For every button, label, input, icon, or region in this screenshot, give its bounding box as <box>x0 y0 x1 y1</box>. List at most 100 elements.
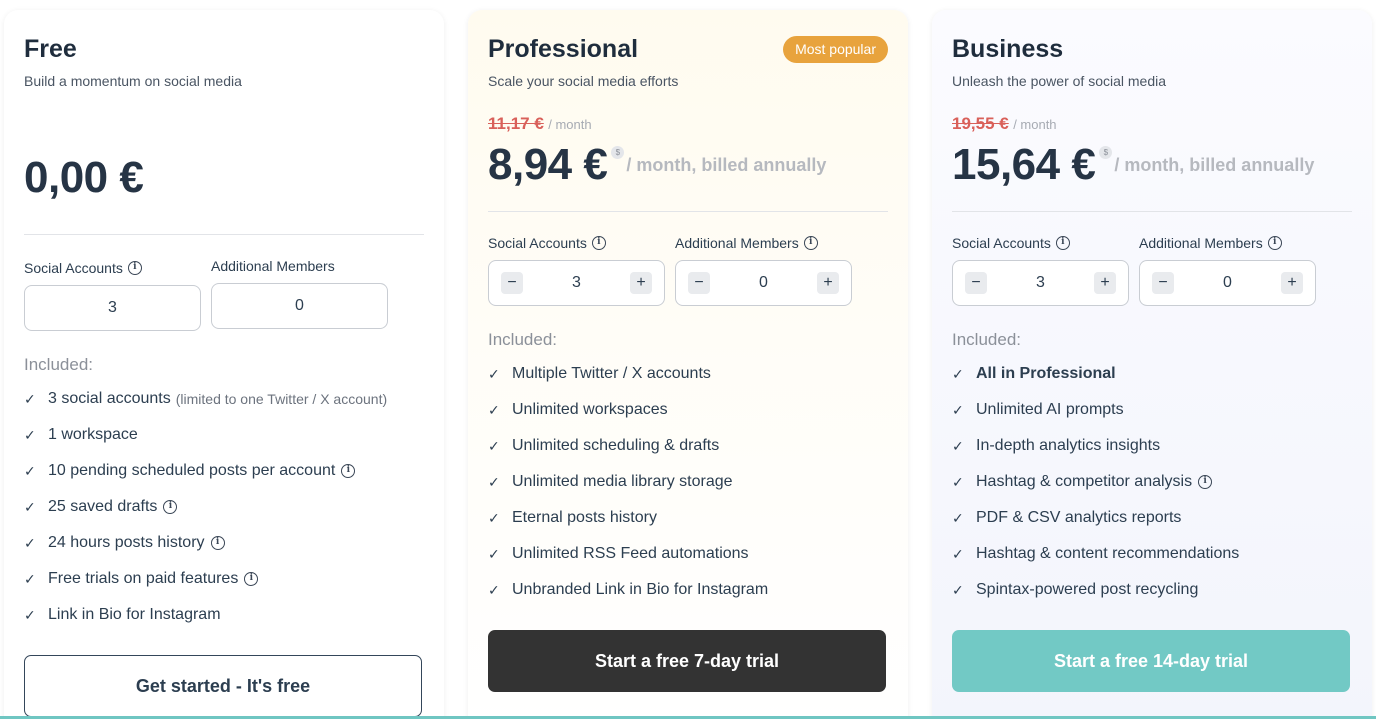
info-icon[interactable]: i <box>1267 236 1282 250</box>
info-icon[interactable]: i <box>591 236 606 250</box>
increment-button[interactable]: + <box>1094 272 1116 294</box>
price-period: / month, billed annually <box>626 155 827 175</box>
feature-text: Hashtag & competitor analysis <box>976 473 1193 490</box>
label-text: Additional Members <box>1139 235 1263 251</box>
old-price-period: / month <box>1013 117 1057 132</box>
social-accounts-input[interactable]: 3 <box>24 285 201 331</box>
old-price: 19,55 € <box>952 114 1009 133</box>
price-row: 0,00 € <box>24 140 424 216</box>
info-icon[interactable]: i <box>803 236 818 250</box>
old-price-row: 19,55 € / month <box>952 114 1352 134</box>
feature-item: ✓ Hashtag & content recommendations <box>952 536 1352 572</box>
check-icon: ✓ <box>488 581 500 598</box>
plan-tagline: Unleash the power of social media <box>952 73 1167 89</box>
social-accounts-stepper: − 3 + <box>488 260 665 306</box>
dollar-icon[interactable]: $ <box>611 146 625 159</box>
price-period: / month, billed annually <box>1114 155 1315 175</box>
check-icon: ✓ <box>24 534 36 551</box>
pricing-page: Free Build a momentum on social media 0,… <box>0 0 1376 719</box>
start-7-day-trial-button[interactable]: Start a free 7-day trial <box>488 630 886 692</box>
additional-members-input[interactable]: 0 <box>211 283 388 329</box>
decrement-button[interactable]: − <box>688 272 710 294</box>
feature-text: Free trials on paid features <box>48 570 239 587</box>
check-icon: ✓ <box>952 581 964 598</box>
social-accounts-value[interactable]: 3 <box>1036 274 1045 292</box>
additional-members-value[interactable]: 0 <box>1223 274 1232 292</box>
label-text: Additional Members <box>675 235 799 251</box>
feature-list: ✓ 3 social accounts (limited to one Twitte… <box>24 381 424 633</box>
check-icon: ✓ <box>488 509 500 526</box>
get-started-button[interactable]: Get started - It's free <box>24 655 422 717</box>
increment-button[interactable]: + <box>817 272 839 294</box>
feature-item: ✓ Unlimited RSS Feed automations <box>488 536 888 572</box>
social-accounts-field: Social Accounts i − 3 + <box>488 234 665 306</box>
feature-text: Hashtag & content recommendations <box>976 545 1240 562</box>
plan-options: Social Accounts i − 3 + Additional Membe… <box>952 234 1352 306</box>
check-icon: ✓ <box>24 426 36 443</box>
increment-button[interactable]: + <box>1281 272 1303 294</box>
price: 0,00 € <box>24 153 144 202</box>
plan-tagline: Scale your social media efforts <box>488 73 679 89</box>
social-accounts-field: Social Accounts i − 3 + <box>952 234 1129 306</box>
additional-members-label: Additional Members i <box>675 234 852 252</box>
label-text: Social Accounts <box>488 235 587 251</box>
feature-text: Unlimited media library storage <box>512 473 733 490</box>
feature-item: ✓ 3 social accounts (limited to one Twitte… <box>24 381 424 417</box>
feature-text: Eternal posts history <box>512 509 657 526</box>
plan-options: Social Accounts i 3 Additional Members 0 <box>24 257 424 331</box>
additional-members-field: Additional Members i − 0 + <box>1139 234 1316 306</box>
social-accounts-value: 3 <box>108 299 117 316</box>
info-icon[interactable]: i <box>341 464 356 478</box>
info-icon[interactable]: i <box>127 261 142 275</box>
feature-item: ✓ In-depth analytics insights <box>952 428 1352 464</box>
info-icon[interactable]: i <box>1198 475 1213 489</box>
feature-text: 25 saved drafts <box>48 498 158 515</box>
check-icon: ✓ <box>952 545 964 562</box>
divider <box>24 234 424 235</box>
start-14-day-trial-button[interactable]: Start a free 14-day trial <box>952 630 1350 692</box>
info-icon[interactable]: i <box>244 572 259 586</box>
check-icon: ✓ <box>24 390 36 407</box>
decrement-button[interactable]: − <box>965 272 987 294</box>
feature-item: ✓ Unbranded Link in Bio for Instagram <box>488 572 888 608</box>
check-icon: ✓ <box>24 606 36 623</box>
feature-item: ✓ Multiple Twitter / X accounts <box>488 356 888 392</box>
check-icon: ✓ <box>952 437 964 454</box>
feature-text: In-depth analytics insights <box>976 437 1161 454</box>
feature-item: ✓ 10 pending scheduled posts per account i <box>24 453 424 489</box>
social-accounts-value[interactable]: 3 <box>572 274 581 292</box>
additional-members-label: Additional Members <box>211 257 388 275</box>
price: 15,64 € <box>952 140 1096 189</box>
social-accounts-field: Social Accounts i 3 <box>24 257 201 331</box>
feature-item: ✓ Unlimited workspaces <box>488 392 888 428</box>
increment-button[interactable]: + <box>630 272 652 294</box>
additional-members-value[interactable]: 0 <box>759 274 768 292</box>
feature-text: Unlimited RSS Feed automations <box>512 545 749 562</box>
label-text: Additional Members <box>211 258 335 274</box>
feature-item: ✓ Spintax-powered post recycling <box>952 572 1352 608</box>
feature-text: 3 social accounts <box>48 390 171 407</box>
feature-text: Unlimited workspaces <box>512 401 668 418</box>
info-icon[interactable]: i <box>163 500 178 514</box>
plan-card-free: Free Build a momentum on social media 0,… <box>4 10 444 719</box>
check-icon: ✓ <box>488 437 500 454</box>
additional-members-stepper: − 0 + <box>675 260 852 306</box>
dollar-icon[interactable]: $ <box>1099 146 1113 159</box>
check-icon: ✓ <box>488 365 500 382</box>
feature-item: ✓ PDF & CSV analytics reports <box>952 500 1352 536</box>
feature-text: Unbranded Link in Bio for Instagram <box>512 581 769 598</box>
included-label: Included: <box>952 330 1021 349</box>
feature-item: ✓ 25 saved drafts i <box>24 489 424 525</box>
social-accounts-label: Social Accounts i <box>952 234 1129 252</box>
decrement-button[interactable]: − <box>1152 272 1174 294</box>
feature-item: ✓ All in Professional <box>952 356 1352 392</box>
decrement-button[interactable]: − <box>501 272 523 294</box>
check-icon: ✓ <box>952 401 964 418</box>
included-label: Included: <box>24 355 93 374</box>
old-price-period: / month <box>548 117 592 132</box>
price-row: 15,64 € $ / month, billed annually <box>952 140 1352 190</box>
info-icon[interactable]: i <box>210 536 225 550</box>
info-icon[interactable]: i <box>1055 236 1070 250</box>
plan-options: Social Accounts i − 3 + Additional Membe… <box>488 234 888 306</box>
feature-text: Unlimited AI prompts <box>976 401 1124 418</box>
